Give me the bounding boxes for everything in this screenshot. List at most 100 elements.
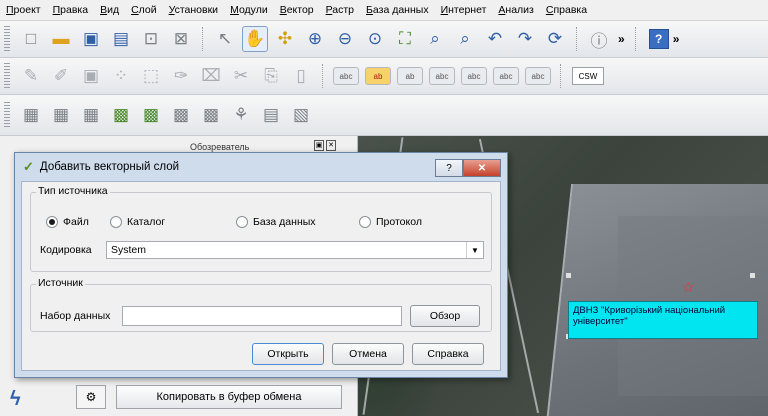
- pan-icon[interactable]: ✋: [242, 26, 268, 52]
- add-mssql-layer-icon[interactable]: ▩: [138, 102, 164, 128]
- composer-manager-icon[interactable]: ⊠: [168, 26, 194, 52]
- menu-view[interactable]: Вид: [94, 4, 125, 16]
- zoom-last-icon[interactable]: ⌕: [452, 26, 478, 52]
- dialog-body: Тип источника Файл Каталог База данных П…: [21, 181, 501, 371]
- cut-features-icon[interactable]: ✂: [228, 63, 254, 89]
- browse-button[interactable]: Обзор: [410, 305, 480, 327]
- add-delimited-text-icon[interactable]: ▤: [258, 102, 284, 128]
- paste-features-icon[interactable]: ▯: [288, 63, 314, 89]
- open-button[interactable]: Открыть: [252, 343, 324, 365]
- pan-to-selection-icon[interactable]: ✣: [272, 26, 298, 52]
- add-postgis-layer-icon[interactable]: ▦: [78, 102, 104, 128]
- rotate-label-icon[interactable]: abc: [493, 67, 519, 85]
- source-legend: Источник: [36, 277, 85, 289]
- add-raster-layer-icon[interactable]: ▦: [48, 102, 74, 128]
- toolbar-grip[interactable]: [4, 63, 10, 89]
- radio-protocol[interactable]: Протокол: [359, 216, 422, 228]
- panel-float-button[interactable]: ▣: [314, 140, 324, 151]
- new-print-composer-icon[interactable]: ⊡: [138, 26, 164, 52]
- more-tools-chevron-2[interactable]: »: [673, 32, 680, 46]
- save-edits-icon[interactable]: ▣: [78, 63, 104, 89]
- radio-file-indicator[interactable]: [46, 216, 58, 228]
- delete-selected-icon[interactable]: ⌧: [198, 63, 224, 89]
- dataset-input[interactable]: [122, 306, 402, 326]
- copy-features-icon[interactable]: ⎘: [258, 63, 284, 89]
- menu-layer[interactable]: Слой: [125, 4, 163, 16]
- radio-database[interactable]: База данных: [236, 216, 316, 228]
- dialog-titlebar[interactable]: ✓ Добавить векторный слой ? ✕: [15, 153, 507, 181]
- save-project-icon[interactable]: ▣: [78, 26, 104, 52]
- add-spatialite-layer-icon[interactable]: ▩: [108, 102, 134, 128]
- highlight-pinned-labels-icon[interactable]: ab: [397, 67, 423, 85]
- toolbar-grip[interactable]: [4, 26, 10, 52]
- radio-protocol-indicator[interactable]: [359, 216, 371, 228]
- dataset-label: Набор данных: [40, 310, 111, 322]
- zoom-full-icon[interactable]: ⊙: [362, 26, 388, 52]
- change-label-icon[interactable]: abc: [525, 67, 551, 85]
- refresh-icon[interactable]: ⟳: [542, 26, 568, 52]
- radio-file[interactable]: Файл: [46, 216, 89, 228]
- copy-to-clipboard-button[interactable]: Копировать в буфер обмена: [116, 385, 342, 409]
- encoding-select[interactable]: System ▼: [106, 241, 484, 259]
- menu-web[interactable]: Интернет: [435, 4, 493, 16]
- source-type-group: [30, 192, 492, 272]
- new-shapefile-layer-icon[interactable]: ▧: [288, 102, 314, 128]
- zoom-next-icon[interactable]: ↶: [482, 26, 508, 52]
- zoom-out-icon[interactable]: ⊖: [332, 26, 358, 52]
- move-label-icon[interactable]: abc: [461, 67, 487, 85]
- zoom-back-icon[interactable]: ↷: [512, 26, 538, 52]
- map-feature-label[interactable]: ДВНЗ "Криворізький національний універси…: [568, 301, 758, 339]
- zoom-in-icon[interactable]: ⊕: [302, 26, 328, 52]
- current-edits-icon[interactable]: ✎: [18, 63, 44, 89]
- more-tools-chevron[interactable]: »: [618, 32, 625, 46]
- menu-database[interactable]: База данных: [360, 4, 435, 16]
- menu-vector[interactable]: Вектор: [274, 4, 320, 16]
- whats-this-help-icon[interactable]: ?: [648, 29, 669, 49]
- radio-directory-indicator[interactable]: [110, 216, 122, 228]
- radio-directory[interactable]: Каталог: [110, 216, 165, 228]
- open-project-icon[interactable]: ▬: [48, 26, 74, 52]
- identify-icon[interactable]: ⓘ: [586, 26, 612, 52]
- toolbar-grip[interactable]: [4, 102, 10, 128]
- add-wcs-layer-icon[interactable]: ▩: [198, 102, 224, 128]
- menu-analysis[interactable]: Анализ: [492, 4, 539, 16]
- label-handle[interactable]: [750, 273, 755, 278]
- radio-directory-label: Каталог: [127, 216, 166, 228]
- help-button[interactable]: Справка: [412, 343, 484, 365]
- menu-settings[interactable]: Установки: [163, 4, 224, 16]
- add-wfs-layer-icon[interactable]: ⚘: [228, 102, 254, 128]
- node-tool-icon[interactable]: ✑: [168, 63, 194, 89]
- manage-layers-toolbar: ▦ ▦ ▦ ▩ ▩ ▩ ▩ ⚘ ▤ ▧: [0, 95, 768, 136]
- dialog-help-button[interactable]: ?: [435, 159, 463, 177]
- label-handle[interactable]: [566, 273, 571, 278]
- layer-labeling-icon[interactable]: abc: [333, 67, 359, 85]
- add-wms-layer-icon[interactable]: ▩: [168, 102, 194, 128]
- pin-labels-icon[interactable]: ab: [365, 67, 391, 85]
- zoom-to-selection-icon[interactable]: ⌕: [422, 26, 448, 52]
- zoom-to-layer-icon[interactable]: ⛶: [392, 26, 418, 52]
- settings-icon-button[interactable]: ⚙: [76, 385, 106, 409]
- menu-project[interactable]: Проект: [0, 4, 47, 16]
- menu-raster[interactable]: Растр: [320, 4, 360, 16]
- menu-help[interactable]: Справка: [540, 4, 593, 16]
- cancel-button[interactable]: Отмена: [332, 343, 404, 365]
- point-marker-icon[interactable]: ☆: [682, 279, 695, 296]
- dialog-close-button[interactable]: ✕: [463, 159, 501, 177]
- encoding-value: System: [111, 244, 147, 256]
- csw-client-icon[interactable]: CSW: [572, 67, 604, 85]
- touch-zoom-icon[interactable]: ↖: [212, 26, 238, 52]
- radio-file-label: Файл: [63, 216, 89, 228]
- menu-edit[interactable]: Правка: [47, 4, 94, 16]
- show-hide-labels-icon[interactable]: abc: [429, 67, 455, 85]
- radio-database-indicator[interactable]: [236, 216, 248, 228]
- save-as-icon[interactable]: ▤: [108, 26, 134, 52]
- add-vector-layer-icon[interactable]: ▦: [18, 102, 44, 128]
- chevron-down-icon[interactable]: ▼: [466, 242, 483, 258]
- menu-plugins[interactable]: Модули: [224, 4, 274, 16]
- panel-close-button[interactable]: ✕: [326, 140, 336, 151]
- new-project-icon[interactable]: □: [18, 26, 44, 52]
- toggle-editing-icon[interactable]: ✐: [48, 63, 74, 89]
- move-feature-icon[interactable]: ⬚: [138, 63, 164, 89]
- plugin-logo-icon[interactable]: ϟ: [10, 388, 21, 411]
- add-feature-icon[interactable]: ⁘: [108, 63, 134, 89]
